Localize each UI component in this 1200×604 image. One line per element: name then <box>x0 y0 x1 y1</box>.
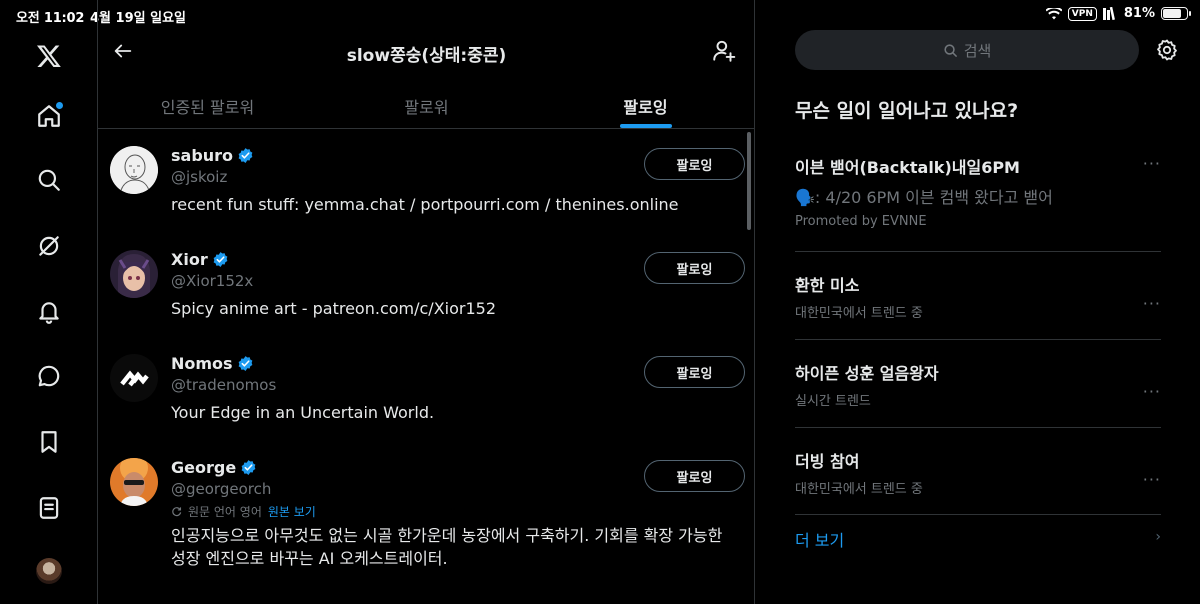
verified-badge-icon <box>213 252 228 267</box>
user-row[interactable]: saburo @jskoiz recent fun stuff: yemma.c… <box>98 130 755 234</box>
user-avatar[interactable] <box>110 250 158 298</box>
user-name[interactable]: Nomos <box>171 354 254 373</box>
more-options-icon[interactable]: ··· <box>1143 382 1161 401</box>
user-name[interactable]: George <box>171 458 257 477</box>
divider <box>795 427 1161 428</box>
search-icon <box>944 43 957 57</box>
user-row[interactable]: Nomos @tradenomos Your Edge in an Uncert… <box>98 338 755 442</box>
more-options-icon[interactable]: ··· <box>1143 294 1161 313</box>
user-avatar[interactable] <box>110 458 158 506</box>
trend-meta: 대한민국에서 트렌드 중 <box>795 306 923 321</box>
show-more-link[interactable]: 더 보기 › <box>795 527 1161 551</box>
trend-title: 더빙 참여 <box>795 452 860 471</box>
header: slow쫑숭(상태:중콘) <box>98 30 755 74</box>
user-bio: recent fun stuff: yemma.chat / portpourr… <box>171 195 679 214</box>
lists-icon[interactable] <box>35 494 63 522</box>
divider <box>795 514 1161 515</box>
following-button[interactable]: 팔로잉 <box>644 460 745 492</box>
user-row[interactable]: Xior @Xior152x Spicy anime art - patreon… <box>98 234 755 338</box>
scrollbar[interactable] <box>747 132 751 230</box>
user-avatar[interactable] <box>110 146 158 194</box>
user-name[interactable]: Xior <box>171 250 229 269</box>
x-logo-icon[interactable] <box>35 42 63 70</box>
trend-title: 환한 미소 <box>795 276 860 295</box>
bookmark-icon[interactable] <box>35 428 63 456</box>
verified-badge-icon <box>238 148 253 163</box>
translation-language: 원문 언어 영어 <box>188 505 262 519</box>
user-bio: Your Edge in an Uncertain World. <box>171 403 435 422</box>
user-bio: Spicy anime art - patreon.com/c/Xior152 <box>171 299 496 318</box>
trend-meta: 대한민국에서 트렌드 중 <box>795 482 923 497</box>
user-handle[interactable]: @Xior152x <box>171 272 253 290</box>
show-original-link[interactable]: 원본 보기 <box>268 503 316 520</box>
tab-following[interactable]: 팔로잉 <box>536 76 755 128</box>
bell-icon[interactable] <box>35 298 63 326</box>
search-placeholder: 검색 <box>963 41 992 60</box>
profile-avatar[interactable] <box>36 558 62 584</box>
trend-item[interactable]: 환한 미소 대한민국에서 트렌드 중 ··· <box>795 272 1161 321</box>
search-nav-icon[interactable] <box>35 166 63 194</box>
verified-badge-icon <box>241 460 256 475</box>
following-button[interactable]: 팔로잉 <box>644 148 745 180</box>
right-sidebar: 검색 무슨 일이 일어나고 있나요? 이븐 밷어(Backtalk)내일6PM … <box>755 0 1200 604</box>
trends-heading: 무슨 일이 일어나고 있나요? <box>795 100 1019 122</box>
translate-icon <box>172 507 182 517</box>
tab-bar: 인증된 팔로워 팔로워 팔로잉 <box>98 76 755 129</box>
following-button[interactable]: 팔로잉 <box>644 252 745 284</box>
user-handle[interactable]: @tradenomos <box>171 376 276 394</box>
user-bio: 인공지능으로 아무것도 없는 시골 한가운데 농장에서 구축하기. 기회를 확장… <box>171 526 723 568</box>
translation-note: 원문 언어 영어 원본 보기 <box>171 503 316 520</box>
search-input[interactable]: 검색 <box>795 30 1139 70</box>
divider <box>795 251 1161 252</box>
trend-title: 이븐 밷어(Backtalk)내일6PM <box>795 158 1020 177</box>
page-title: slow쫑숭(상태:중콘) <box>346 46 507 66</box>
trend-meta: Promoted by EVNNE <box>795 214 927 229</box>
trend-meta: 실시간 트렌드 <box>795 394 871 409</box>
trend-title: 하이픈 성훈 얼음왕자 <box>795 364 939 383</box>
add-user-icon[interactable] <box>711 38 737 64</box>
tab-active-indicator <box>619 124 672 128</box>
following-panel: slow쫑숭(상태:중콘) 인증된 팔로워 팔로워 팔로잉 saburo @js… <box>98 0 755 604</box>
more-options-icon[interactable]: ··· <box>1143 470 1161 489</box>
divider <box>795 339 1161 340</box>
gear-icon[interactable] <box>1155 38 1179 62</box>
messages-icon[interactable] <box>35 362 63 390</box>
trend-subtitle: 🗣️: 4/20 6PM 이븐 컴백 왔다고 밷어 <box>795 188 1053 207</box>
home-icon[interactable] <box>35 102 63 130</box>
tab-followers[interactable]: 팔로워 <box>317 76 536 128</box>
trend-item[interactable]: 더빙 참여 대한민국에서 트렌드 중 ··· <box>795 448 1161 497</box>
chevron-right-icon: › <box>1155 529 1161 545</box>
trend-item[interactable]: 하이픈 성훈 얼음왕자 실시간 트렌드 ··· <box>795 360 1161 409</box>
notification-dot <box>56 102 63 109</box>
tab-verified-followers[interactable]: 인증된 팔로워 <box>98 76 317 128</box>
user-avatar[interactable] <box>110 354 158 402</box>
user-list: saburo @jskoiz recent fun stuff: yemma.c… <box>98 130 755 582</box>
trend-item-promoted[interactable]: 이븐 밷어(Backtalk)내일6PM 🗣️: 4/20 6PM 이븐 컴백 … <box>795 154 1161 229</box>
user-name[interactable]: saburo <box>171 146 254 165</box>
grok-icon[interactable] <box>35 232 63 260</box>
following-button[interactable]: 팔로잉 <box>644 356 745 388</box>
more-options-icon[interactable]: ··· <box>1143 154 1161 173</box>
left-nav <box>0 0 98 604</box>
user-row[interactable]: George @georgeorch 원문 언어 영어 원본 보기 인공지능으로… <box>98 442 755 582</box>
user-handle[interactable]: @jskoiz <box>171 168 227 186</box>
user-handle[interactable]: @georgeorch <box>171 480 271 498</box>
verified-badge-icon <box>238 356 252 371</box>
